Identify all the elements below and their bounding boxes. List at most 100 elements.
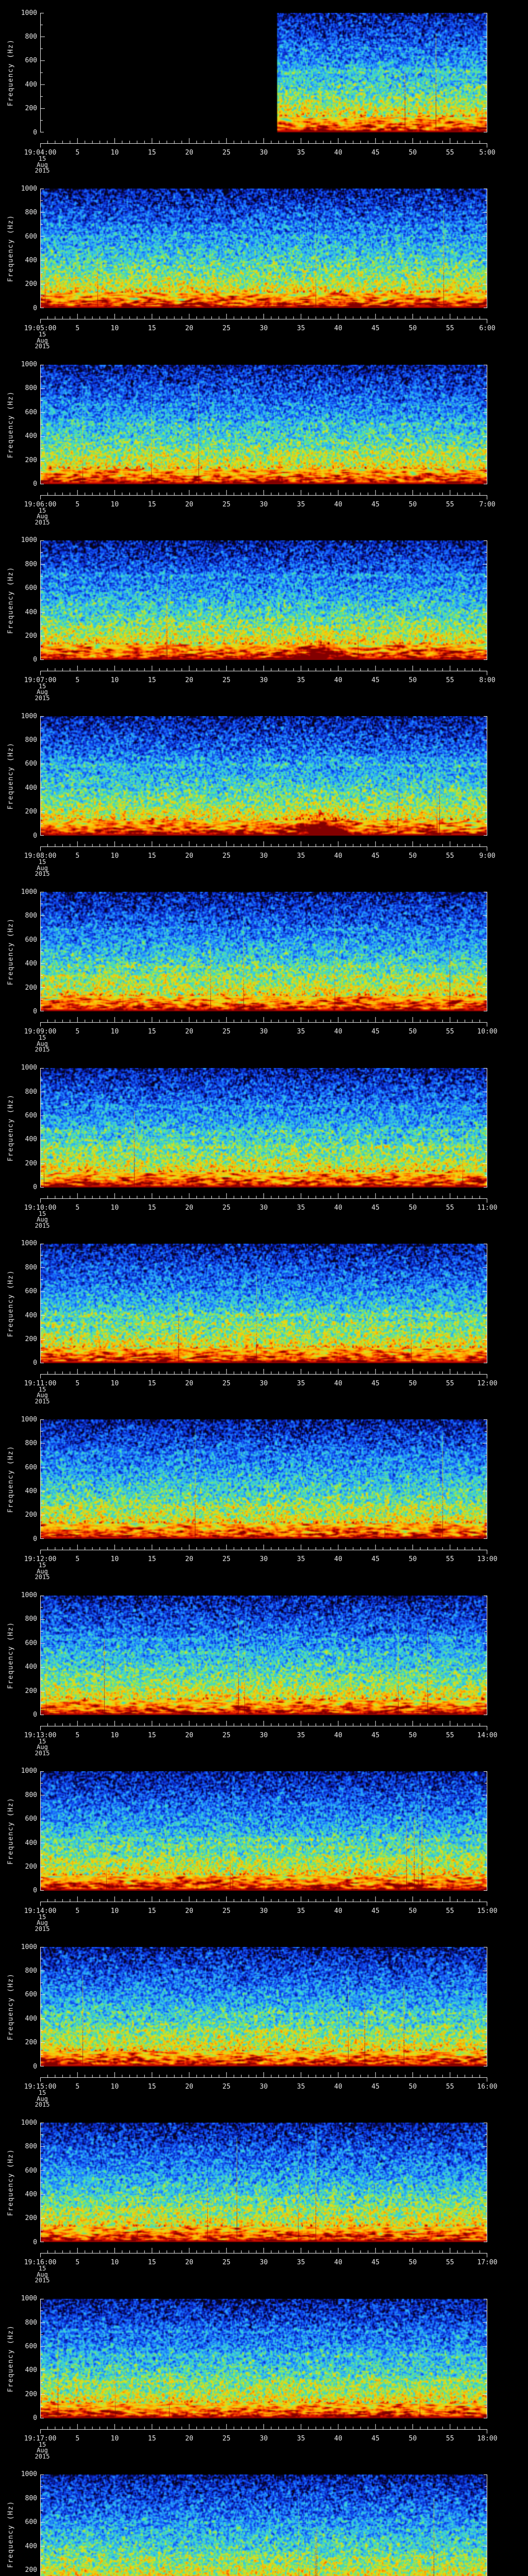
x-start-time-label: 19:07:00 [24,676,57,684]
y-axis-title: Frequency (Hz) [7,2325,15,2392]
x-tick-label: 55 [446,2259,454,2267]
y-tick-label: 0 [33,128,37,137]
x-tick-label: 45 [371,1204,380,1212]
x-tick-label: 20 [185,325,193,333]
x-tick-label: 30 [259,676,268,684]
x-tick-label: 10 [110,1555,119,1564]
y-tick-label: 600 [25,1639,37,1647]
spectrogram-panel-191400: Frequency (Hz) 15 Aug 2015 1000 800 600 400 20… [0,1758,528,1935]
x-tick-label: 50 [408,852,417,860]
date-label: 15 Aug 2015 [35,332,50,350]
x-tick-label: 30 [259,2083,268,2091]
y-axis-title: Frequency (Hz) [7,918,15,986]
spectrogram-panel-190500: Frequency (Hz) 15 Aug 2015 1000 800 600 400 20… [0,176,528,352]
x-tick-label: 50 [408,1555,417,1564]
x-tick-label: 45 [371,149,380,157]
x-tick-label: 20 [185,1907,193,1915]
x-end-time-label: 10:00 [477,1028,498,1036]
y-axis-title: Frequency (Hz) [7,391,15,458]
date-label: 15 Aug 2015 [35,1738,50,1757]
x-tick-label: 55 [446,676,454,684]
spectrogram-image [40,1243,487,1363]
y-tick-label: 0 [33,832,37,840]
x-tick-label: 30 [259,1379,268,1387]
x-tick-label: 25 [222,325,231,333]
x-tick-label: 45 [371,1731,380,1739]
y-axis-title: Frequency (Hz) [7,2149,15,2216]
x-tick-label: 10 [110,2434,119,2443]
x-tick-label: 50 [408,325,417,333]
y-tick-label: 200 [25,632,37,640]
y-axis-title: Frequency (Hz) [7,1094,15,1161]
x-tick-label: 20 [185,1555,193,1564]
x-tick-label: 55 [446,149,454,157]
x-tick-label: 40 [334,1379,342,1387]
y-tick-label: 200 [25,1335,37,1344]
x-tick-label: 30 [259,1204,268,1212]
y-tick-label: 200 [25,456,37,464]
x-end-time-label: 5:00 [479,149,496,157]
x-tick-label: 35 [296,676,305,684]
spectrogram-panel-191500: Frequency (Hz) 15 Aug 2015 1000 800 600 400 20… [0,1934,528,2110]
x-tick-label: 15 [147,1731,156,1739]
y-tick-label: 800 [25,1791,37,1799]
x-tick-label: 15 [147,1907,156,1915]
y-tick-label: 0 [33,2238,37,2246]
date-line: 2015 [35,1573,50,1581]
y-axis-title: Frequency (Hz) [7,39,15,107]
y-tick-label: 800 [25,209,37,217]
x-tick-label: 45 [371,852,380,860]
y-tick-label: 0 [33,304,37,312]
y-axis-title: Frequency (Hz) [7,566,15,634]
y-tick-label: 400 [25,1487,37,1495]
y-tick-label: 600 [25,57,37,65]
x-tick-label: 35 [296,1028,305,1036]
x-tick-label: 20 [185,2083,193,2091]
x-tick-label: 25 [222,1907,231,1915]
x-tick-label: 5 [75,1204,80,1212]
x-tick-label: 30 [259,149,268,157]
x-tick-label: 5 [75,1028,80,1036]
x-end-time-label: 7:00 [479,500,496,509]
x-tick-label: 10 [110,2083,119,2091]
x-start-time-label: 19:15:00 [24,2083,57,2091]
x-end-time-label: 8:00 [479,676,496,684]
x-tick-label: 50 [408,1028,417,1036]
spectrogram-panel-190900: Frequency (Hz) 15 Aug 2015 1000 800 600 400 20… [0,879,528,1055]
y-tick-label: 1000 [21,1240,37,1248]
x-start-time-label: 19:10:00 [24,1204,57,1212]
x-tick-label: 15 [147,2083,156,2091]
date-label: 15 Aug 2015 [35,859,50,877]
date-line: 2015 [35,870,50,878]
date-label: 15 Aug 2015 [35,507,50,526]
x-tick-label: 25 [222,149,231,157]
x-tick-label: 35 [296,852,305,860]
x-tick-label: 25 [222,1379,231,1387]
spectrogram-panel-190600: Frequency (Hz) 15 Aug 2015 1000 800 600 400 20… [0,351,528,528]
x-tick-label: 40 [334,2083,342,2091]
y-tick-label: 800 [25,1615,37,1623]
date-line: 2015 [35,518,50,526]
y-tick-label: 400 [25,1839,37,1847]
x-tick-label: 20 [185,149,193,157]
x-tick-label: 20 [185,2259,193,2267]
x-tick-label: 45 [371,1555,380,1564]
spectrogram-image [40,13,487,132]
x-tick-label: 40 [334,2434,342,2443]
x-tick-label: 30 [259,2259,268,2267]
x-tick-label: 15 [147,2434,156,2443]
date-line: 2015 [35,2277,50,2284]
y-axis-title: Frequency (Hz) [7,1797,15,1865]
y-tick-label: 200 [25,2566,37,2574]
x-tick-label: 30 [259,500,268,509]
y-tick-label: 800 [25,2318,37,2327]
y-tick-label: 800 [25,1439,37,1448]
date-label: 15 Aug 2015 [35,1914,50,1933]
x-tick-label: 30 [259,1731,268,1739]
spectrogram-image [40,540,487,660]
x-tick-label: 50 [408,676,417,684]
y-tick-label: 200 [25,2390,37,2398]
x-tick-label: 5 [75,1907,80,1915]
y-tick-label: 400 [25,1311,37,1319]
y-tick-label: 800 [25,736,37,744]
